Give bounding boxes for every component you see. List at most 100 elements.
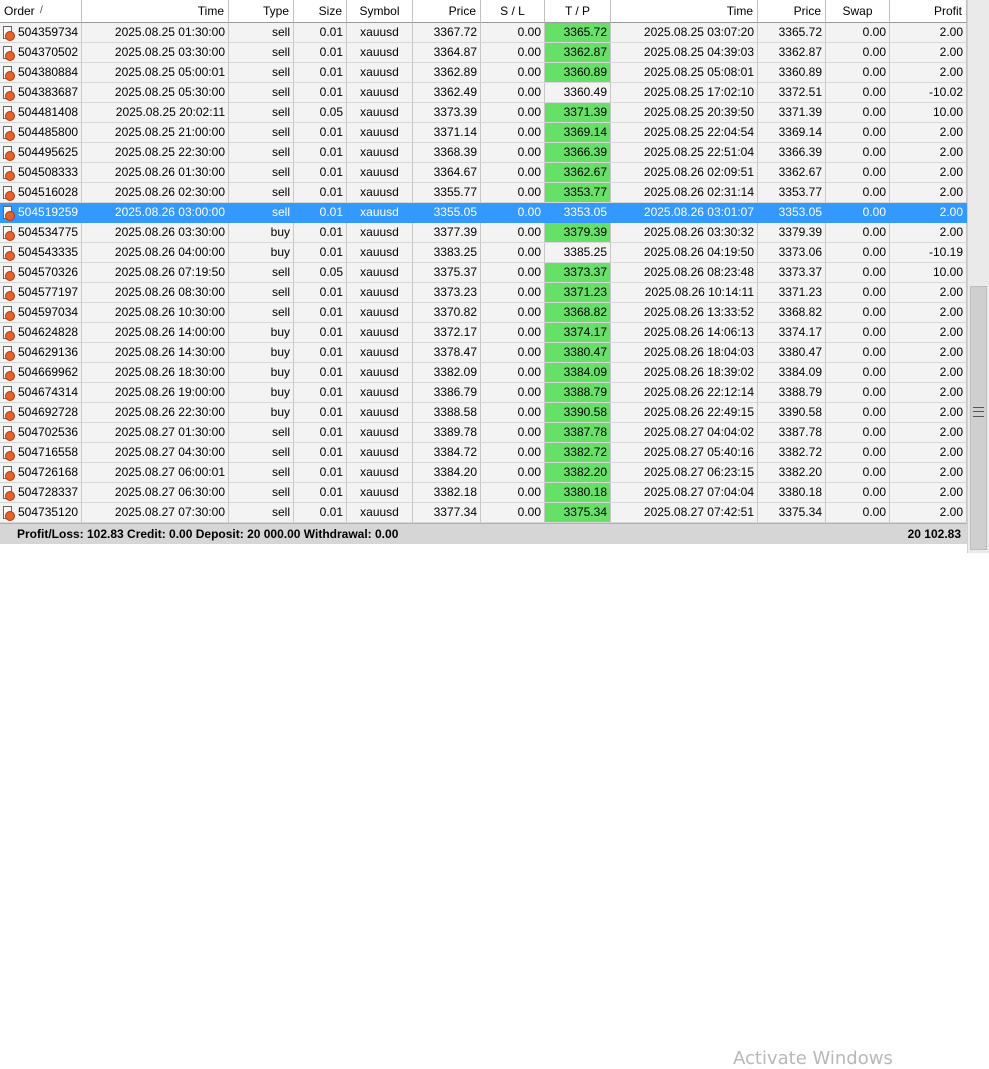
- table-row[interactable]: 504570326 2025.08.26 07:19:50 sell 0.05 …: [0, 263, 967, 283]
- col-header-symbol[interactable]: Symbol: [347, 0, 413, 23]
- table-row[interactable]: 504597034 2025.08.26 10:30:00 sell 0.01 …: [0, 303, 967, 323]
- tp-cell: 3388.79: [545, 383, 611, 403]
- swap-cell: 0.00: [826, 183, 890, 203]
- table-row[interactable]: 504543335 2025.08.26 04:00:00 buy 0.01 x…: [0, 243, 967, 263]
- open-time-cell: 2025.08.26 02:30:00: [82, 183, 229, 203]
- sl-cell: 0.00: [481, 163, 545, 183]
- type-cell: sell: [229, 183, 294, 203]
- type-cell: buy: [229, 323, 294, 343]
- vertical-scrollbar[interactable]: [967, 0, 989, 553]
- table-row[interactable]: 504692728 2025.08.26 22:30:00 buy 0.01 x…: [0, 403, 967, 423]
- type-cell: sell: [229, 263, 294, 283]
- table-body: 504359734 2025.08.25 01:30:00 sell 0.01 …: [0, 23, 967, 523]
- close-time-cell: 2025.08.26 04:19:50: [611, 243, 758, 263]
- table-row[interactable]: 504716558 2025.08.27 04:30:00 sell 0.01 …: [0, 443, 967, 463]
- close-price-cell: 3360.89: [758, 63, 826, 83]
- open-time-cell: 2025.08.26 03:30:00: [82, 223, 229, 243]
- col-header-profit[interactable]: Profit: [890, 0, 967, 23]
- type-cell: sell: [229, 303, 294, 323]
- open-time-cell: 2025.08.25 01:30:00: [82, 23, 229, 43]
- table-row[interactable]: 504669962 2025.08.26 18:30:00 buy 0.01 x…: [0, 363, 967, 383]
- col-header-swap[interactable]: Swap: [826, 0, 890, 23]
- table-row[interactable]: 504728337 2025.08.27 06:30:00 sell 0.01 …: [0, 483, 967, 503]
- table-row[interactable]: 504702536 2025.08.27 01:30:00 sell 0.01 …: [0, 423, 967, 443]
- table-row[interactable]: 504495625 2025.08.25 22:30:00 sell 0.01 …: [0, 143, 967, 163]
- table-row[interactable]: 504629136 2025.08.26 14:30:00 buy 0.01 x…: [0, 343, 967, 363]
- scrollbar-thumb[interactable]: [970, 286, 987, 550]
- col-header-close-price[interactable]: Price: [758, 0, 826, 23]
- order-number: 504716558: [18, 445, 79, 459]
- table-row[interactable]: 504359734 2025.08.25 01:30:00 sell 0.01 …: [0, 23, 967, 43]
- symbol-cell: xauusd: [347, 283, 413, 303]
- close-price-cell: 3369.14: [758, 123, 826, 143]
- table-row[interactable]: 504481408 2025.08.25 20:02:11 sell 0.05 …: [0, 103, 967, 123]
- size-cell: 0.01: [294, 363, 347, 383]
- col-header-price[interactable]: Price: [413, 0, 481, 23]
- swap-cell: 0.00: [826, 63, 890, 83]
- size-cell: 0.01: [294, 503, 347, 523]
- tp-cell: 3371.39: [545, 103, 611, 123]
- col-header-sl[interactable]: S / L: [481, 0, 545, 23]
- open-price-cell: 3378.47: [413, 343, 481, 363]
- order-number: 504692728: [18, 405, 79, 419]
- order-sell-icon: [3, 186, 15, 201]
- open-time-cell: 2025.08.26 04:00:00: [82, 243, 229, 263]
- order-cell: 504624828: [0, 323, 82, 343]
- grip-icon: [973, 407, 984, 417]
- swap-cell: 0.00: [826, 403, 890, 423]
- order-sell-icon: [3, 406, 15, 421]
- order-cell: 504495625: [0, 143, 82, 163]
- col-header-tp[interactable]: T / P: [545, 0, 611, 23]
- table-row[interactable]: 504383687 2025.08.25 05:30:00 sell 0.01 …: [0, 83, 967, 103]
- close-time-cell: 2025.08.27 07:42:51: [611, 503, 758, 523]
- table-row[interactable]: 504674314 2025.08.26 19:00:00 buy 0.01 x…: [0, 383, 967, 403]
- close-time-cell: 2025.08.26 14:06:13: [611, 323, 758, 343]
- close-time-cell: 2025.08.26 22:49:15: [611, 403, 758, 423]
- table-row[interactable]: 504508333 2025.08.26 01:30:00 sell 0.01 …: [0, 163, 967, 183]
- open-price-cell: 3377.39: [413, 223, 481, 243]
- tp-cell: 3360.49: [545, 83, 611, 103]
- order-sell-icon: [3, 266, 15, 281]
- table-row[interactable]: 504735120 2025.08.27 07:30:00 sell 0.01 …: [0, 503, 967, 523]
- profit-cell: 2.00: [890, 203, 967, 223]
- profit-cell: 2.00: [890, 463, 967, 483]
- order-number: 504669962: [18, 365, 79, 379]
- open-price-cell: 3384.20: [413, 463, 481, 483]
- close-time-cell: 2025.08.26 02:31:14: [611, 183, 758, 203]
- order-cell: 504728337: [0, 483, 82, 503]
- col-header-close-time[interactable]: Time: [611, 0, 758, 23]
- order-cell: 504577197: [0, 283, 82, 303]
- table-row[interactable]: 504577197 2025.08.26 08:30:00 sell 0.01 …: [0, 283, 967, 303]
- table-row[interactable]: 504485800 2025.08.25 21:00:00 sell 0.01 …: [0, 123, 967, 143]
- table-row[interactable]: 504726168 2025.08.27 06:00:01 sell 0.01 …: [0, 463, 967, 483]
- size-cell: 0.01: [294, 23, 347, 43]
- type-cell: buy: [229, 383, 294, 403]
- type-cell: sell: [229, 23, 294, 43]
- close-time-cell: 2025.08.25 17:02:10: [611, 83, 758, 103]
- swap-cell: 0.00: [826, 223, 890, 243]
- close-price-cell: 3368.82: [758, 303, 826, 323]
- col-header-type[interactable]: Type: [229, 0, 294, 23]
- sl-cell: 0.00: [481, 243, 545, 263]
- order-sell-icon: [3, 426, 15, 441]
- profit-cell: 2.00: [890, 423, 967, 443]
- sl-cell: 0.00: [481, 123, 545, 143]
- order-cell: 504519259: [0, 203, 82, 223]
- table-row[interactable]: 504380884 2025.08.25 05:00:01 sell 0.01 …: [0, 63, 967, 83]
- col-header-time[interactable]: Time: [82, 0, 229, 23]
- order-cell: 504726168: [0, 463, 82, 483]
- open-time-cell: 2025.08.26 08:30:00: [82, 283, 229, 303]
- table-row[interactable]: 504519259 2025.08.26 03:00:00 sell 0.01 …: [0, 203, 967, 223]
- col-header-order[interactable]: Order /: [0, 0, 82, 23]
- type-cell: sell: [229, 483, 294, 503]
- summary-bar: Profit/Loss: 102.83 Credit: 0.00 Deposit…: [0, 523, 967, 1069]
- table-row[interactable]: 504516028 2025.08.26 02:30:00 sell 0.01 …: [0, 183, 967, 203]
- table-row[interactable]: 504534775 2025.08.26 03:30:00 buy 0.01 x…: [0, 223, 967, 243]
- table-row[interactable]: 504624828 2025.08.26 14:00:00 buy 0.01 x…: [0, 323, 967, 343]
- col-header-size[interactable]: Size: [294, 0, 347, 23]
- order-number: 504534775: [18, 225, 79, 239]
- tp-cell: 3369.14: [545, 123, 611, 143]
- order-number: 504485800: [18, 125, 79, 139]
- sl-cell: 0.00: [481, 223, 545, 243]
- table-row[interactable]: 504370502 2025.08.25 03:30:00 sell 0.01 …: [0, 43, 967, 63]
